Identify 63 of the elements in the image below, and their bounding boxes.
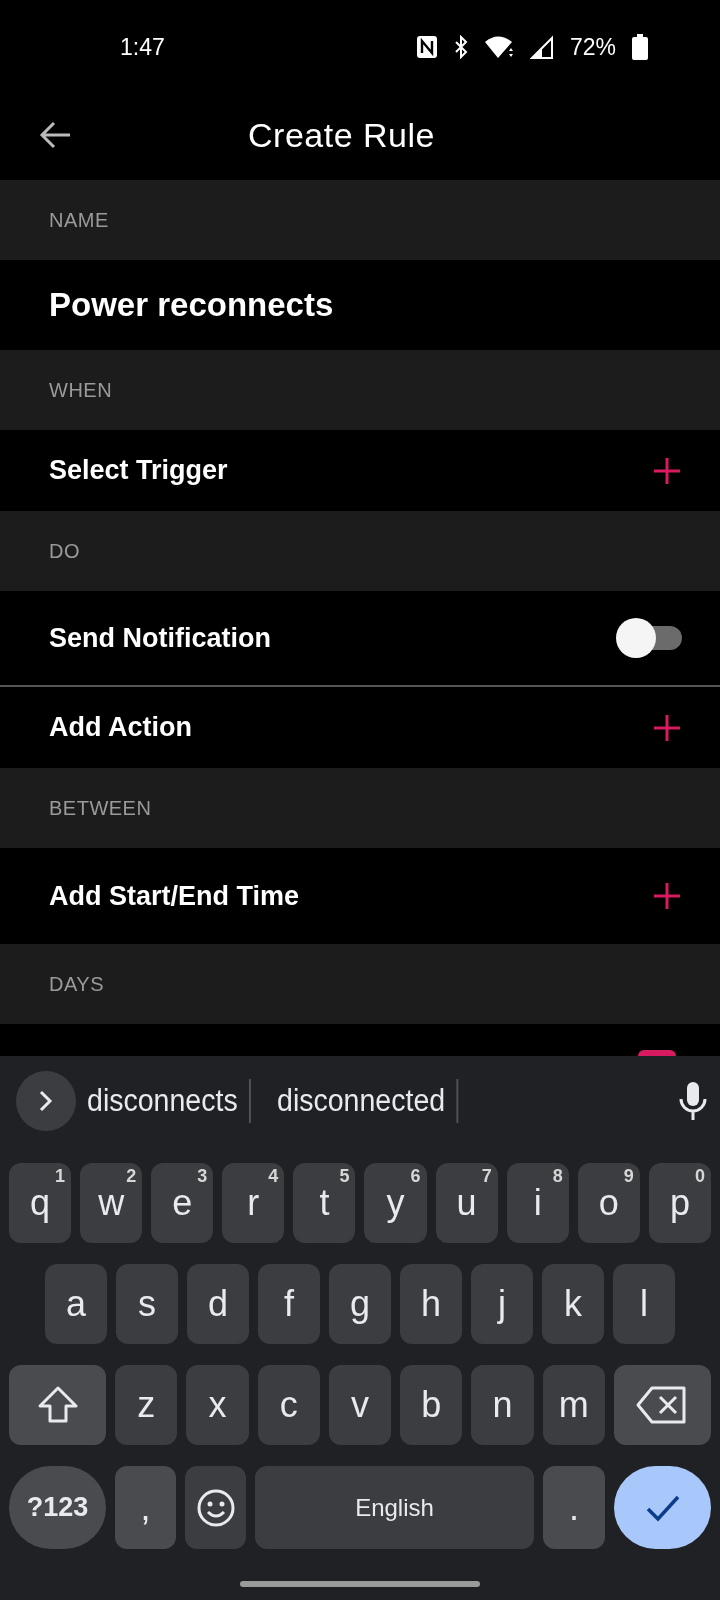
key[interactable]: k <box>542 1264 604 1344</box>
key[interactable]: l <box>613 1264 675 1344</box>
key[interactable]: p 0 <box>648 1163 711 1243</box>
key[interactable]: m <box>542 1365 605 1445</box>
row-label: Send Notification <box>49 621 271 655</box>
key[interactable]: x <box>186 1365 249 1445</box>
section-header: BETWEEN <box>0 768 720 848</box>
key[interactable]: a <box>45 1264 107 1344</box>
key[interactable]: n <box>471 1365 534 1445</box>
name-field[interactable]: Power reconnects <box>49 280 334 330</box>
toggle-switch[interactable] <box>616 618 682 658</box>
screen-title: Create Rule <box>248 114 435 156</box>
key[interactable]: y 6 <box>364 1163 427 1243</box>
key[interactable]: w 2 <box>80 1163 143 1243</box>
period-key[interactable]: . <box>543 1466 605 1549</box>
plus-icon[interactable] <box>652 455 682 486</box>
key[interactable]: t 5 <box>293 1163 356 1243</box>
key[interactable]: j <box>471 1264 533 1344</box>
row-label[interactable]: Add Start/End Time <box>49 875 300 917</box>
key[interactable]: c <box>257 1365 320 1445</box>
plus-icon[interactable] <box>652 881 682 911</box>
key[interactable]: g <box>329 1264 391 1344</box>
suggestion[interactable]: disconnected <box>265 1079 458 1123</box>
key[interactable]: o 9 <box>577 1163 640 1243</box>
space-bar[interactable]: English <box>255 1466 534 1549</box>
key[interactable]: e 3 <box>151 1163 214 1243</box>
key[interactable]: i 8 <box>506 1163 569 1243</box>
signal-icon <box>529 35 554 60</box>
nfc-icon <box>415 35 438 60</box>
section-header: NAME <box>0 180 720 260</box>
battery-text: 72% <box>569 33 616 62</box>
key[interactable]: q 1 <box>9 1163 72 1243</box>
key[interactable]: v <box>328 1365 392 1445</box>
emoji-key[interactable] <box>185 1466 246 1549</box>
key[interactable]: f <box>258 1264 320 1344</box>
backspace-key[interactable] <box>613 1365 711 1445</box>
comma-key[interactable]: , <box>115 1466 176 1549</box>
clock-text: 1:47 <box>120 33 165 62</box>
key[interactable]: z <box>115 1365 178 1445</box>
key[interactable]: u 7 <box>435 1163 498 1243</box>
section-header: DAYS <box>0 944 720 1024</box>
backspace-icon <box>636 1385 689 1425</box>
row-label[interactable]: Select Trigger <box>49 450 228 491</box>
microphone-icon[interactable] <box>678 1081 708 1121</box>
wifi-icon <box>483 35 514 60</box>
key[interactable]: r 4 <box>222 1163 285 1243</box>
key[interactable]: b <box>400 1365 463 1445</box>
suggestion[interactable]: disconnects <box>76 1079 251 1123</box>
key[interactable]: h <box>400 1264 462 1344</box>
bluetooth-icon <box>453 35 468 60</box>
shift-key[interactable] <box>9 1365 106 1445</box>
checkmark-icon <box>644 1493 681 1522</box>
symbols-key[interactable]: ?123 <box>9 1466 106 1549</box>
key[interactable]: d <box>187 1264 249 1344</box>
section-header: DO <box>0 511 720 591</box>
plus-icon[interactable] <box>652 712 682 743</box>
key[interactable]: s <box>116 1264 178 1344</box>
row-label[interactable]: Add Action <box>49 707 192 748</box>
emoji-icon <box>195 1487 236 1528</box>
back-icon[interactable] <box>38 120 72 150</box>
chevron-right-icon <box>39 1090 53 1112</box>
battery-icon <box>632 34 648 61</box>
section-header: WHEN <box>0 350 720 430</box>
